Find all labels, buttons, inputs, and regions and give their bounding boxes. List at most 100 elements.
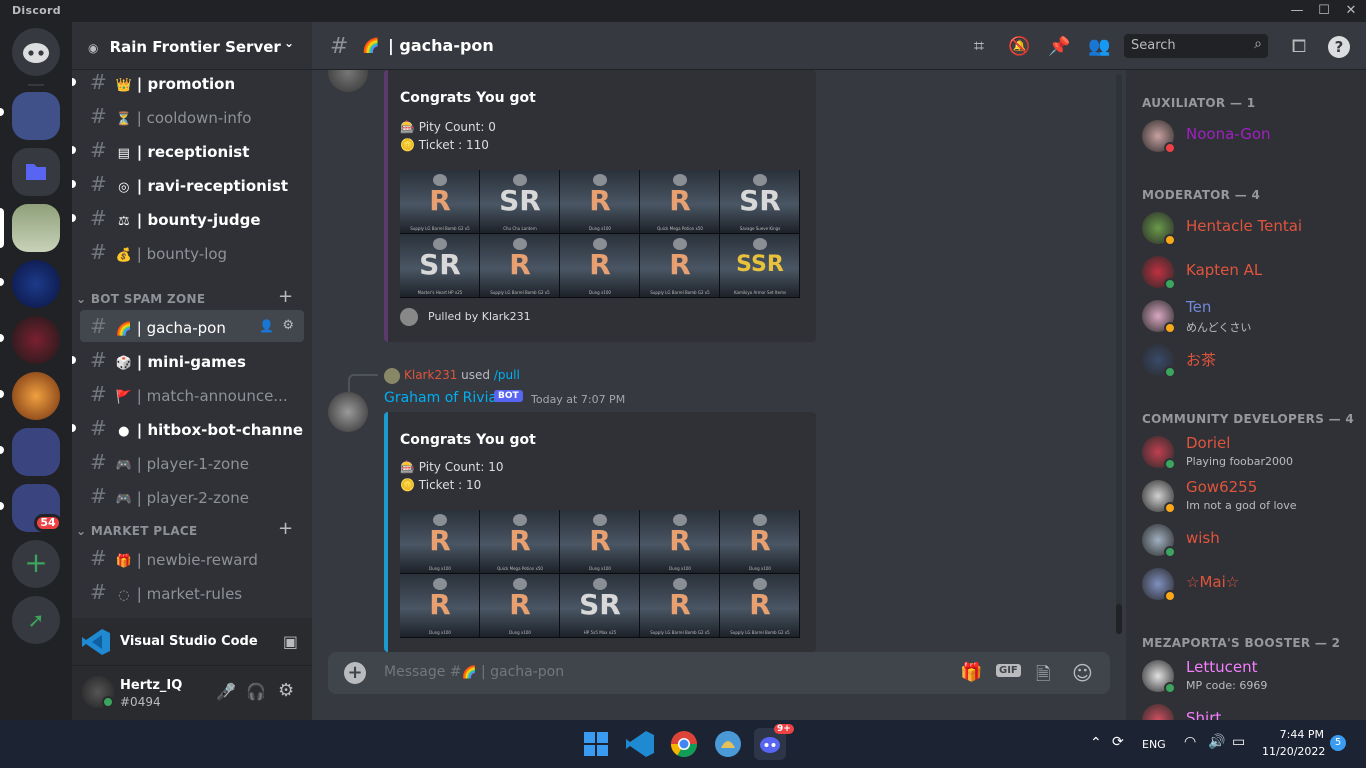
add-server-button[interactable]: + — [12, 540, 60, 588]
inbox-icon[interactable]: ⧠ — [1288, 36, 1310, 58]
gacha-card: SR Savage Sueve Kings — [720, 170, 800, 234]
settings-gear-icon[interactable]: ⚙ — [278, 680, 294, 701]
member-item[interactable]: Lettucent MP code: 6969 — [1142, 656, 1362, 698]
server-2[interactable] — [12, 260, 60, 308]
home-button[interactable] — [12, 28, 60, 76]
server-folder-2[interactable] — [12, 428, 60, 476]
channel-item[interactable]: # 👑 | promotion — [80, 66, 304, 98]
channel-emoji-icon: 🎮 — [115, 458, 132, 473]
reply-context[interactable]: Klark231 used /pull — [404, 368, 520, 382]
member-item[interactable]: お茶 — [1142, 340, 1362, 382]
help-icon[interactable]: ? — [1328, 36, 1350, 58]
channel-item[interactable]: # 🎲 | mini-games — [80, 344, 304, 376]
channel-item[interactable]: # ◎ | ravi-receptionist — [80, 168, 304, 200]
channel-item[interactable]: # ▤ | receptionist — [80, 134, 304, 166]
add-channel-icon[interactable]: + — [278, 286, 293, 307]
member-item[interactable]: Doriel Playing foobar2000 — [1142, 432, 1362, 474]
bot-avatar[interactable] — [328, 392, 368, 432]
channel-emoji-icon: ⏳ — [115, 112, 132, 127]
channel-item[interactable]: # 🎮 | player-2-zone — [80, 480, 304, 512]
vscode-taskbar-icon[interactable] — [624, 728, 656, 760]
member-name: Hentacle Tentai — [1186, 217, 1303, 235]
explore-servers-button[interactable]: ➚ — [12, 596, 60, 644]
member-item[interactable]: wish — [1142, 520, 1362, 562]
message-composer[interactable]: + Message #🌈 | gacha-pon 🎁 GIF 🗎 ☺ — [328, 652, 1110, 694]
channel-settings-icon: ⚙ — [282, 318, 294, 333]
member-item[interactable]: Noona-Gon — [1142, 116, 1362, 158]
card-rank: R — [429, 588, 451, 621]
notification-badge[interactable]: 5 — [1330, 735, 1346, 751]
server-4[interactable] — [12, 372, 60, 420]
folder-icon[interactable] — [12, 148, 60, 196]
member-list-icon[interactable]: 👥 — [1088, 36, 1110, 58]
member-name: Kapten AL — [1186, 261, 1263, 279]
close-button[interactable]: ✕ — [1340, 2, 1362, 20]
maximize-button[interactable]: ☐ — [1313, 2, 1335, 20]
channel-item[interactable]: # ◌ | market-rules — [80, 576, 304, 608]
card-caption: Kamikiyo Armor Set Items — [733, 290, 787, 295]
card-rank: R — [669, 524, 691, 557]
channel-item[interactable]: # ⏳ | cooldown-info — [80, 100, 304, 132]
wifi-icon[interactable]: ◠ — [1184, 734, 1196, 750]
emoji-icon[interactable]: ☺ — [1072, 661, 1093, 685]
screen-share-icon[interactable]: ▣ — [283, 632, 298, 651]
mute-icon[interactable]: 🎤̸ — [216, 682, 236, 701]
card-caption: Dung x100 — [589, 226, 611, 231]
clock-time[interactable]: 7:44 PM — [1262, 728, 1324, 741]
language-indicator[interactable]: ENG — [1142, 738, 1166, 751]
chrome-icon[interactable] — [668, 728, 700, 760]
threads-icon[interactable]: ⌗ — [968, 36, 990, 58]
gift-icon[interactable]: 🎁 — [960, 662, 982, 683]
channel-item[interactable]: # 🎁 | newbie-reward — [80, 542, 304, 574]
server-3[interactable] — [12, 316, 60, 364]
author-name[interactable]: Graham of Rivia — [384, 390, 497, 406]
server-header[interactable]: ◉ Rain Frontier Server ⌄ — [72, 22, 312, 70]
add-channel-icon[interactable]: + — [278, 518, 293, 539]
card-caption: Quick Mega Potion x50 — [657, 226, 703, 231]
server-rain-frontier[interactable] — [12, 204, 60, 252]
embed-title: Congrats You got — [400, 90, 536, 106]
channel-emoji-icon: 👑 — [115, 78, 132, 93]
upload-plus-icon[interactable]: + — [344, 662, 366, 684]
clock-date[interactable]: 11/20/2022 — [1262, 745, 1325, 758]
card-rank: SR — [739, 184, 781, 217]
pin-icon[interactable]: 📌 — [1048, 36, 1070, 58]
game-icon[interactable] — [712, 728, 744, 760]
channel-label: | newbie-reward — [136, 551, 258, 569]
channel-item[interactable]: # 🚩 | match-announce... — [80, 378, 304, 410]
chat-scrollbar[interactable] — [1116, 74, 1122, 634]
channel-item[interactable]: # 🎮 | player-1-zone — [80, 446, 304, 478]
headphones-icon[interactable]: 🎧 — [246, 682, 266, 701]
gif-button[interactable]: GIF — [996, 664, 1021, 677]
channel-item[interactable]: # ● | hitbox-bot-channel — [80, 412, 304, 444]
rainbow-icon: 🌈 — [362, 38, 380, 54]
card-rank: SR — [579, 588, 621, 621]
app-title: Discord — [12, 4, 61, 17]
battery-icon[interactable]: ▭ — [1232, 734, 1245, 750]
member-item[interactable]: Gow6255 Im not a god of love — [1142, 476, 1362, 518]
card-grid[interactable]: R Supply LG Barrel Bomb G2 x5 SR Chu Chu La… — [400, 170, 800, 298]
category-market[interactable]: ⌄ MARKET PLACE — [76, 524, 198, 538]
member-item[interactable]: Hentacle Tentai — [1142, 208, 1362, 250]
server-folder-1[interactable] — [12, 92, 60, 140]
chat-area: # 🌈 | gacha-pon ⌗ 🔕 📌 👥 Search ⌕ ⧠ ? Con… — [312, 22, 1366, 720]
sticker-icon[interactable]: 🗎 — [1036, 662, 1050, 692]
channel-label: | bounty-judge — [136, 211, 261, 229]
member-item[interactable]: Ten めんどくさい — [1142, 296, 1362, 338]
minimize-button[interactable]: — — [1286, 2, 1308, 20]
card-grid[interactable]: R Dung x100 R Quick Mega Potion x50 R Dung x1… — [400, 510, 800, 638]
search-input[interactable]: Search ⌕ — [1124, 34, 1268, 58]
member-item[interactable]: ☆Mai☆ — [1142, 564, 1362, 606]
discord-taskbar-icon[interactable]: 9+ — [754, 724, 794, 760]
chevron-up-icon[interactable]: ⌃ — [1090, 735, 1102, 751]
channel-item[interactable]: # 🌈 | gacha-pon 👤 ⚙ — [80, 310, 304, 342]
channel-item[interactable]: # ⚖ | bounty-judge — [80, 202, 304, 234]
notification-mute-icon[interactable]: 🔕 — [1008, 36, 1030, 58]
card-caption: Supply LG Barrel Bomb G2 x5 — [410, 226, 470, 231]
category-bot-spam[interactable]: ⌄ BOT SPAM ZONE — [76, 292, 205, 306]
member-item[interactable]: Kapten AL — [1142, 252, 1362, 294]
windows-start-icon[interactable] — [580, 728, 612, 760]
volume-icon[interactable]: 🔊 — [1208, 734, 1225, 750]
channel-item[interactable]: # 💰 | bounty-log — [80, 236, 304, 268]
sync-icon[interactable]: ⟳ — [1112, 734, 1124, 750]
